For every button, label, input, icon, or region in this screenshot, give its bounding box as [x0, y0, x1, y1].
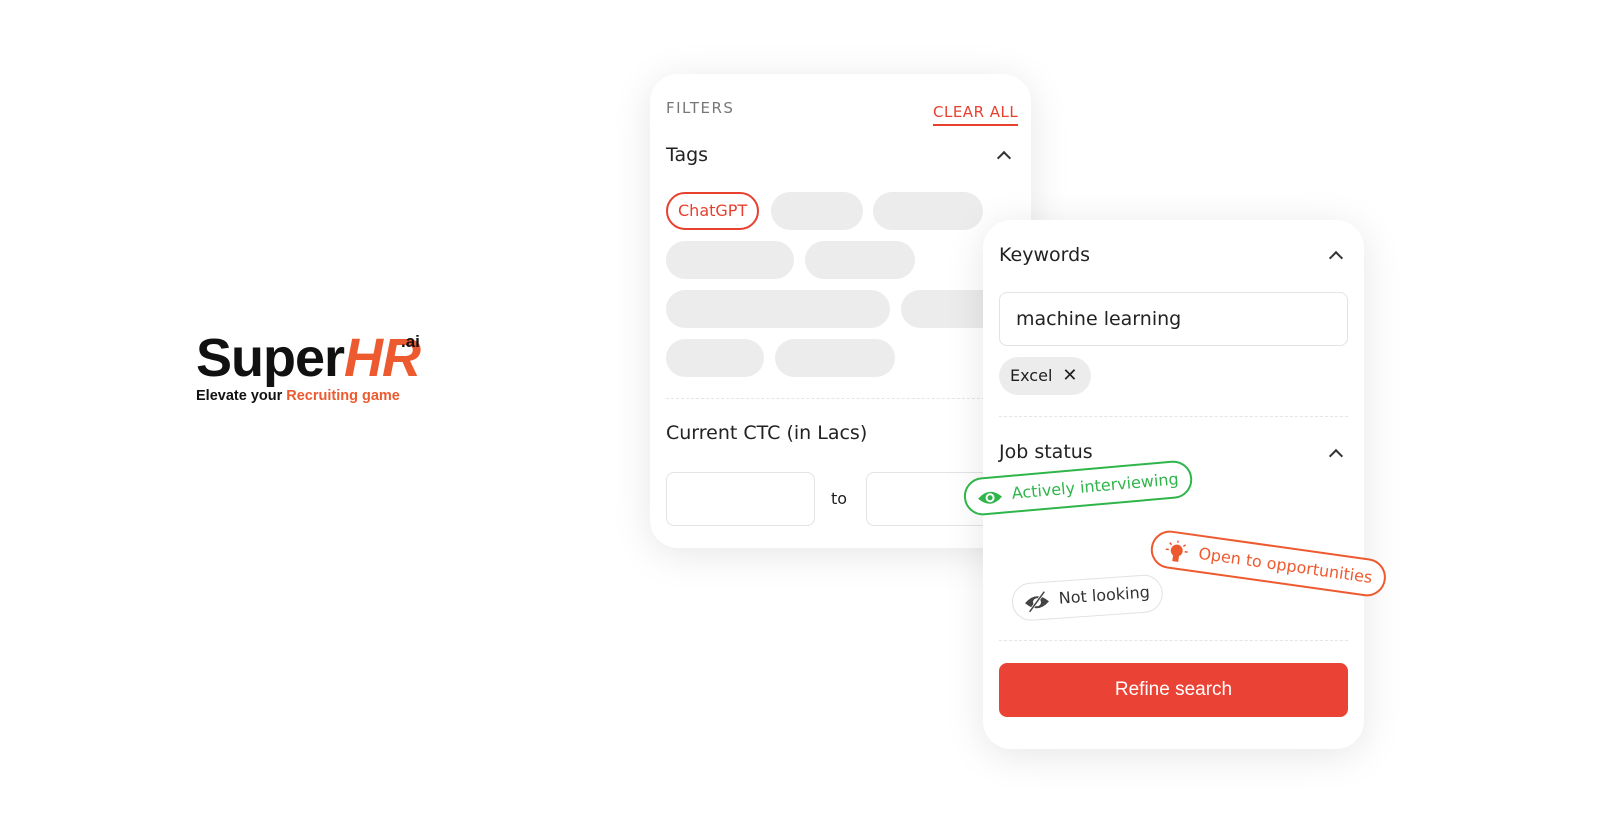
tagline-plain: Elevate your	[196, 388, 287, 404]
tag-placeholder[interactable]	[771, 192, 863, 230]
tag-placeholder[interactable]	[873, 192, 983, 230]
logo-text: Super	[196, 328, 345, 388]
tag-chip-selected[interactable]: ChatGPT	[666, 192, 760, 230]
refine-search-button[interactable]: Refine search	[999, 663, 1348, 717]
job-status-heading: Job status	[999, 441, 1093, 463]
status-label: Not looking	[1058, 582, 1151, 608]
tagline: Elevate your Recruiting game	[196, 388, 420, 404]
tag-placeholder[interactable]	[775, 339, 895, 377]
divider	[999, 640, 1348, 641]
keyword-chip-label: Excel	[1010, 366, 1053, 385]
keywords-input[interactable]: machine learning	[999, 292, 1348, 346]
superhr-logo: SuperHR .ai Elevate your Recruiting game	[196, 328, 421, 404]
tag-placeholder[interactable]	[666, 290, 890, 328]
lightbulb-icon	[1165, 540, 1188, 562]
chevron-up-icon[interactable]	[1328, 250, 1344, 266]
keyword-chip: Excel ✕	[999, 357, 1092, 395]
filters-title: FILTERS	[666, 99, 735, 117]
clear-all-button[interactable]: CLEAR ALL	[933, 103, 1019, 126]
tags-heading: Tags	[666, 144, 709, 166]
status-label: Actively interviewing	[1010, 469, 1180, 503]
logo-suffix: .ai	[401, 332, 420, 351]
divider	[666, 398, 1015, 399]
close-icon[interactable]: ✕	[1062, 365, 1077, 386]
eye-off-icon	[1025, 590, 1049, 613]
ctc-heading: Current CTC (in Lacs)	[666, 422, 868, 444]
eye-icon	[978, 491, 1003, 504]
tag-placeholder[interactable]	[666, 241, 794, 279]
filters-card: FILTERS CLEAR ALL Tags ChatGPT Current C…	[650, 74, 1031, 548]
ctc-min-input[interactable]	[666, 472, 815, 526]
chevron-up-icon[interactable]	[1328, 448, 1344, 464]
ctc-separator: to	[831, 489, 848, 508]
tagline-accent: Recruiting game	[286, 388, 400, 404]
chevron-up-icon[interactable]	[996, 150, 1012, 166]
divider	[999, 416, 1348, 417]
tag-placeholder[interactable]	[805, 241, 915, 279]
tag-placeholder[interactable]	[666, 339, 764, 377]
keywords-heading: Keywords	[999, 244, 1091, 266]
